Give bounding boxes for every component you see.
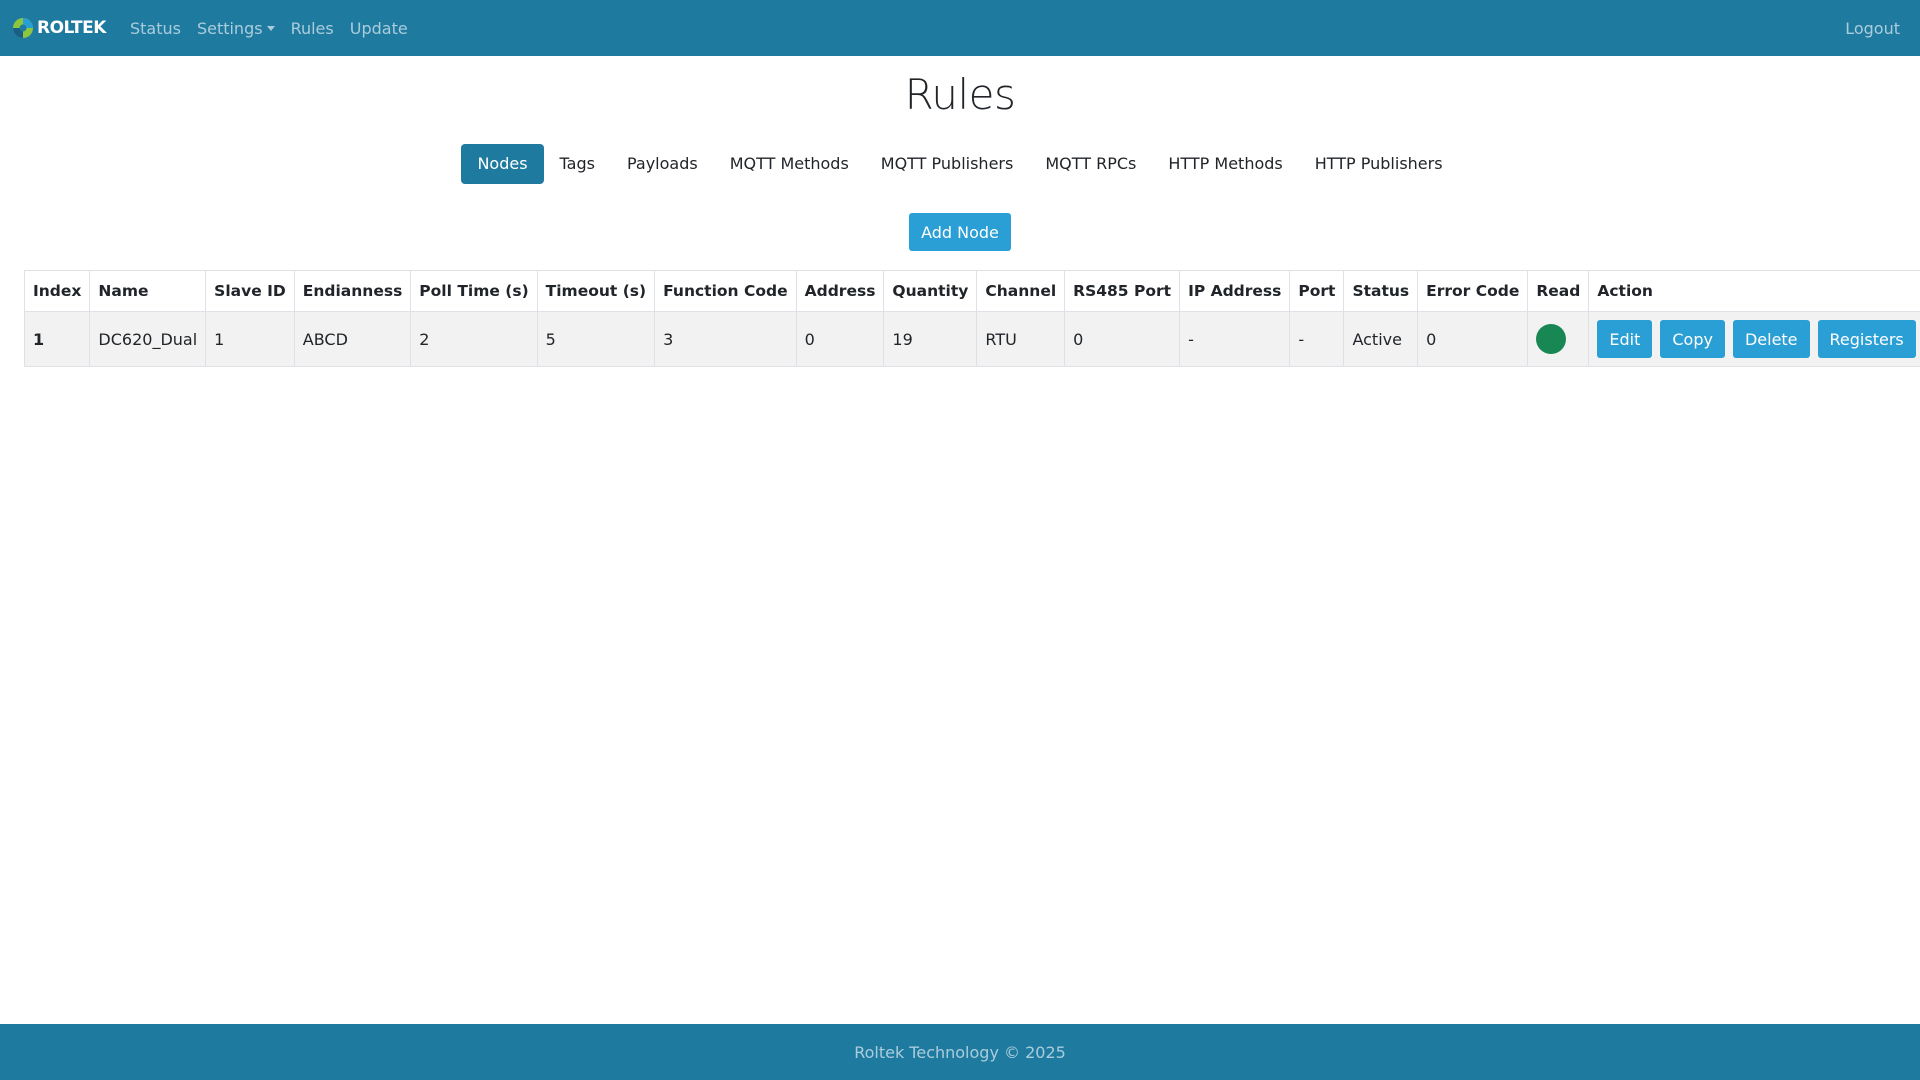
cell-channel: RTU (976, 311, 1066, 367)
cell-action: Edit Copy Delete Registers (1588, 311, 1920, 367)
cell-error-code: 0 (1417, 311, 1529, 367)
page-title: Rules (904, 70, 1016, 119)
column-header: Function Code (654, 270, 797, 312)
column-header: Error Code (1417, 270, 1529, 312)
column-header: Slave ID (205, 270, 295, 312)
column-header: Status (1343, 270, 1419, 312)
column-header: Channel (976, 270, 1066, 312)
cell-endianness: ABCD (293, 311, 412, 367)
top-navbar: ROLTEK Status Settings Rules Update Logo… (0, 0, 1920, 56)
cell-function-code: 3 (654, 311, 797, 367)
chevron-down-icon (266, 25, 275, 31)
cell-rs485-port: 0 (1064, 311, 1181, 367)
tab-tags[interactable]: Tags (544, 144, 611, 184)
cell-timeout: 5 (536, 311, 656, 367)
tab-http-methods[interactable]: HTTP Methods (1152, 144, 1298, 184)
column-header: Poll Time (s) (410, 270, 538, 312)
nav-settings-dropdown[interactable]: Settings (189, 19, 283, 38)
cell-quantity: 19 (883, 311, 978, 367)
cell-ip-address: - (1179, 311, 1291, 367)
copy-button[interactable]: Copy (1660, 320, 1725, 358)
tab-mqtt-rpcs[interactable]: MQTT RPCs (1029, 144, 1152, 184)
cell-read (1527, 311, 1590, 367)
column-header: Quantity (883, 270, 978, 312)
tab-payloads[interactable]: Payloads (611, 144, 714, 184)
registers-button[interactable]: Registers (1817, 320, 1916, 358)
add-node-button[interactable]: Add Node (909, 213, 1011, 251)
footer: Roltek Technology © 2025 (0, 1024, 1920, 1080)
cell-port: - (1289, 311, 1345, 367)
nav-status[interactable]: Status (122, 19, 189, 38)
column-header: Address (795, 270, 885, 312)
add-node-wrapper: Add Node (0, 213, 1920, 251)
cell-status: Active (1343, 311, 1419, 367)
nav-settings-label: Settings (196, 18, 263, 38)
table-header-row: Index Name Slave ID Endianness Poll Time… (23, 270, 1920, 312)
column-header: Timeout (s) (536, 270, 656, 312)
table-row: 1 DC620_Dual 1 ABCD 2 5 3 0 19 RTU 0 - -… (23, 311, 1920, 367)
read-status-indicator-icon (1536, 324, 1567, 354)
column-header: Name (89, 270, 207, 312)
column-header: IP Address (1179, 270, 1291, 312)
tab-nodes[interactable]: Nodes (461, 144, 544, 184)
edit-button[interactable]: Edit (1597, 320, 1653, 358)
roltek-logo-icon (13, 18, 33, 38)
column-header: Action (1588, 270, 1920, 312)
column-header: Read (1527, 270, 1590, 312)
column-header: Port (1289, 270, 1345, 312)
delete-button[interactable]: Delete (1732, 320, 1810, 358)
cell-address: 0 (795, 311, 885, 367)
nodes-table: Index Name Slave ID Endianness Poll Time… (23, 270, 1920, 367)
nav-rules[interactable]: Rules (283, 19, 342, 38)
rules-tabs: Nodes Tags Payloads MQTT Methods MQTT Pu… (0, 144, 1920, 184)
column-header: Index (23, 270, 91, 312)
cell-index: 1 (23, 311, 91, 367)
cell-poll-time: 2 (410, 311, 538, 367)
brand[interactable]: ROLTEK (12, 17, 106, 39)
tab-mqtt-publishers[interactable]: MQTT Publishers (865, 144, 1030, 184)
tab-mqtt-methods[interactable]: MQTT Methods (714, 144, 865, 184)
brand-name: ROLTEK (37, 18, 106, 38)
tab-http-publishers[interactable]: HTTP Publishers (1299, 144, 1459, 184)
cell-name: DC620_Dual (89, 311, 207, 367)
column-header: Endianness (293, 270, 412, 312)
nav-update[interactable]: Update (342, 19, 416, 38)
logout-link[interactable]: Logout (1837, 19, 1908, 38)
footer-text: Roltek Technology © 2025 (854, 1042, 1066, 1062)
column-header: RS485 Port (1064, 270, 1181, 312)
row-actions: Edit Copy Delete Registers (1597, 320, 1916, 358)
cell-slave-id: 1 (205, 311, 295, 367)
